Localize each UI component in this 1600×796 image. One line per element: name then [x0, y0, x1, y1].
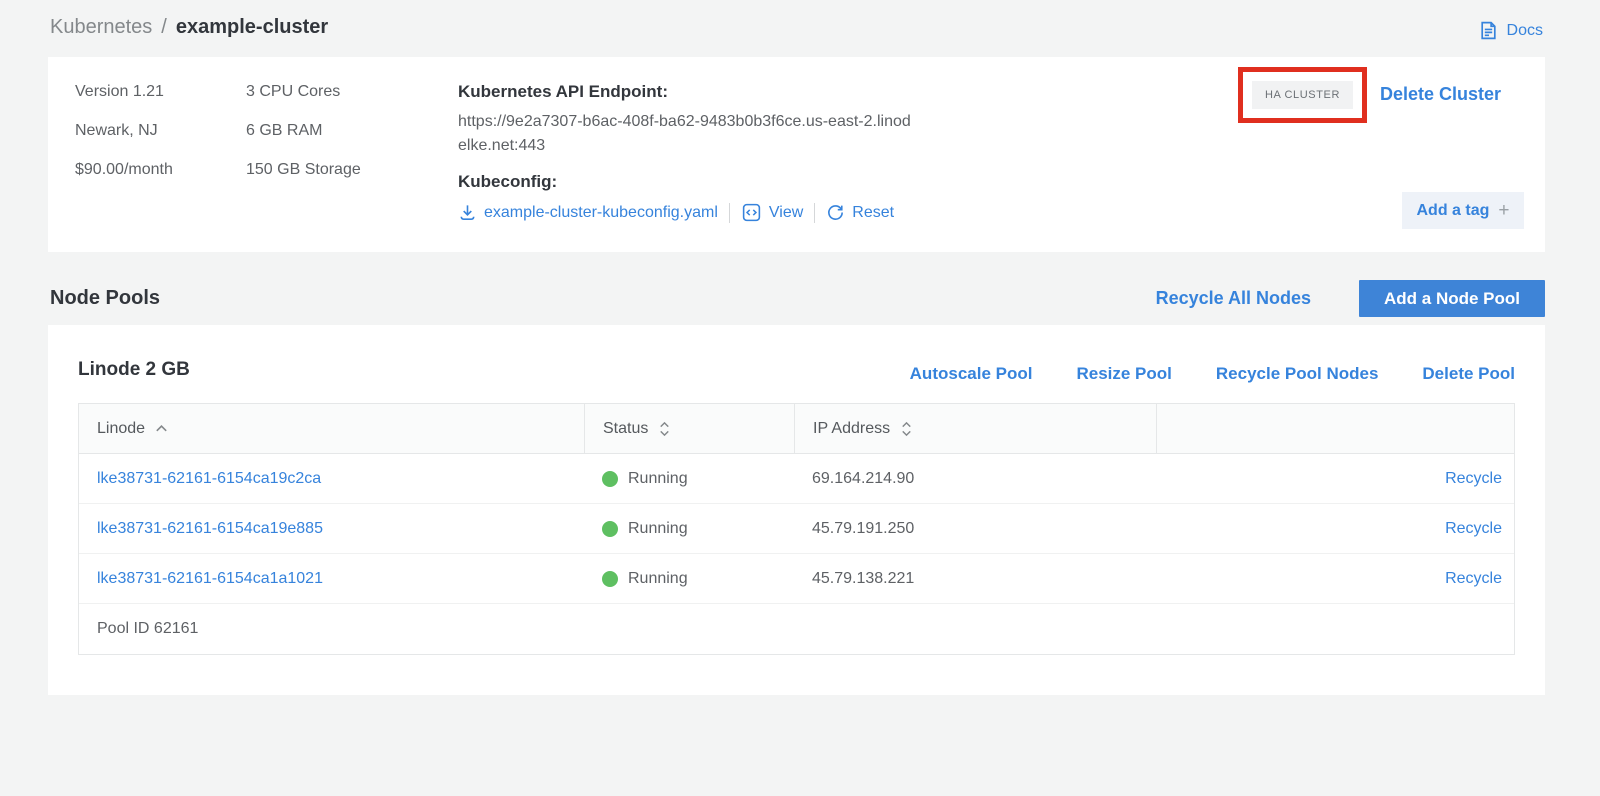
column-header-status[interactable]: Status: [584, 404, 794, 453]
node-link[interactable]: lke38731-62161-6154ca19c2ca: [97, 470, 321, 488]
node-pool-card: Linode 2 GB Autoscale Pool Resize Pool R…: [48, 325, 1545, 695]
status-running-dot: [602, 521, 618, 537]
column-label-ip-address: IP Address: [813, 420, 890, 438]
column-label-status: Status: [603, 420, 648, 438]
node-pools-title: Node Pools: [50, 287, 160, 310]
delete-pool-button[interactable]: Delete Pool: [1422, 364, 1515, 384]
cluster-ram: 6 GB RAM: [246, 122, 361, 140]
status-text: Running: [628, 570, 688, 588]
chevron-up-icon: [154, 423, 169, 434]
docs-link[interactable]: Docs: [1478, 20, 1543, 41]
column-label-linode: Linode: [97, 420, 145, 438]
chevron-up-down-icon: [657, 420, 672, 438]
add-tag-label: Add a tag: [1417, 202, 1490, 220]
node-ip-address: 45.79.191.250: [812, 520, 914, 538]
status-text: Running: [628, 470, 688, 488]
divider: [729, 203, 730, 223]
node-link[interactable]: lke38731-62161-6154ca1a1021: [97, 570, 323, 588]
node-ip-address: 45.79.138.221: [812, 570, 914, 588]
table-row: lke38731-62161-6154ca1a1021 Running 45.7…: [79, 554, 1514, 604]
pool-name: Linode 2 GB: [78, 359, 190, 381]
code-icon: [741, 202, 762, 223]
refresh-icon: [826, 203, 845, 222]
recycle-node-button[interactable]: Recycle: [1445, 470, 1502, 488]
recycle-node-button[interactable]: Recycle: [1445, 520, 1502, 538]
cluster-specs-column-2: 3 CPU Cores 6 GB RAM 150 GB Storage: [246, 83, 361, 179]
cluster-storage: 150 GB Storage: [246, 161, 361, 179]
status-running-dot: [602, 571, 618, 587]
reset-label: Reset: [852, 204, 894, 222]
node-ip-address: 69.164.214.90: [812, 470, 914, 488]
recycle-node-button[interactable]: Recycle: [1445, 570, 1502, 588]
view-label: View: [769, 204, 803, 222]
kubeconfig-label: Kubeconfig:: [458, 172, 894, 192]
add-tag-button[interactable]: Add a tag +: [1402, 192, 1524, 229]
status-running-dot: [602, 471, 618, 487]
divider: [814, 203, 815, 223]
autoscale-pool-button[interactable]: Autoscale Pool: [910, 364, 1033, 384]
kubeconfig-download-button[interactable]: example-cluster-kubeconfig.yaml: [458, 203, 718, 222]
kubeconfig-reset-button[interactable]: Reset: [826, 203, 894, 222]
node-link[interactable]: lke38731-62161-6154ca19e885: [97, 520, 323, 538]
breadcrumb-current-cluster: example-cluster: [176, 16, 328, 39]
column-header-ip-address[interactable]: IP Address: [794, 404, 1156, 453]
status-text: Running: [628, 520, 688, 538]
delete-cluster-button[interactable]: Delete Cluster: [1380, 84, 1501, 105]
ha-cluster-highlight-annotation: HA CLUSTER: [1238, 67, 1367, 123]
cluster-region: Newark, NJ: [75, 122, 173, 140]
cluster-price: $90.00/month: [75, 161, 173, 179]
column-header-actions: [1156, 404, 1514, 453]
nodes-table: Linode Status IP Address: [78, 403, 1515, 655]
resize-pool-button[interactable]: Resize Pool: [1076, 364, 1171, 384]
column-header-linode[interactable]: Linode: [79, 404, 584, 453]
plus-icon: +: [1498, 201, 1509, 220]
kubeconfig-view-button[interactable]: View: [741, 202, 803, 223]
pool-id-footer: Pool ID 62161: [79, 604, 1514, 654]
table-row: lke38731-62161-6154ca19c2ca Running 69.1…: [79, 454, 1514, 504]
cluster-summary-card: Version 1.21 Newark, NJ $90.00/month 3 C…: [48, 57, 1545, 252]
docs-label: Docs: [1507, 22, 1543, 40]
api-endpoint-url: https://9e2a7307-b6ac-408f-ba62-9483b0b3…: [458, 110, 913, 158]
recycle-pool-nodes-button[interactable]: Recycle Pool Nodes: [1216, 364, 1379, 384]
pool-actions: Autoscale Pool Resize Pool Recycle Pool …: [910, 364, 1515, 384]
breadcrumb-separator: /: [161, 16, 167, 39]
kubeconfig-file-link[interactable]: example-cluster-kubeconfig.yaml: [484, 204, 718, 222]
download-icon: [458, 203, 477, 222]
docs-icon: [1478, 20, 1499, 41]
cluster-specs-column-1: Version 1.21 Newark, NJ $90.00/month: [75, 83, 173, 179]
api-endpoint-block: Kubernetes API Endpoint: https://9e2a730…: [458, 82, 928, 158]
table-row: lke38731-62161-6154ca19e885 Running 45.7…: [79, 504, 1514, 554]
cluster-cpu: 3 CPU Cores: [246, 83, 361, 101]
api-endpoint-label: Kubernetes API Endpoint:: [458, 82, 928, 102]
recycle-all-nodes-button[interactable]: Recycle All Nodes: [1156, 288, 1311, 309]
kubeconfig-block: Kubeconfig: example-cluster-kubeconfig.y…: [458, 172, 894, 223]
ha-cluster-badge: HA CLUSTER: [1252, 81, 1353, 109]
breadcrumb: Kubernetes / example-cluster: [50, 16, 328, 39]
cluster-version: Version 1.21: [75, 83, 173, 101]
chevron-up-down-icon: [899, 420, 914, 438]
nodes-table-header: Linode Status IP Address: [79, 404, 1514, 454]
breadcrumb-section[interactable]: Kubernetes: [50, 16, 152, 39]
add-node-pool-button[interactable]: Add a Node Pool: [1359, 280, 1545, 317]
node-pools-header: Node Pools Recycle All Nodes Add a Node …: [48, 280, 1545, 317]
